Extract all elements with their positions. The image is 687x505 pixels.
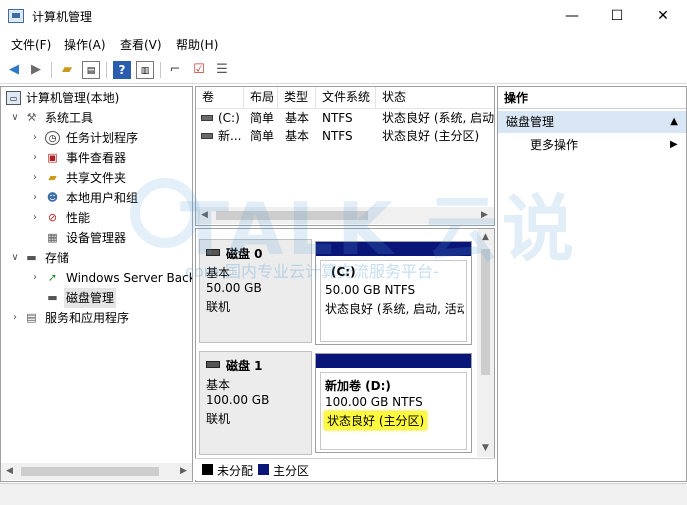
shared-folder-icon: ▰: [48, 171, 57, 184]
minimize-button[interactable]: —: [549, 0, 595, 32]
disk-state: 联机: [206, 412, 231, 426]
scroll-left-icon[interactable]: ◀: [196, 207, 213, 224]
menu-file[interactable]: 文件(F): [11, 36, 51, 53]
clock-icon: ◷: [45, 131, 60, 145]
chevron-right-icon[interactable]: ›: [30, 268, 40, 288]
chevron-right-icon[interactable]: ›: [30, 168, 40, 188]
primary-swatch: [258, 464, 269, 475]
disk-management-icon: ▬: [47, 291, 58, 304]
menu-view[interactable]: 查看(V): [120, 36, 162, 53]
disk-type: 基本: [206, 378, 231, 392]
tree-horizontal-scrollbar[interactable]: ◀ ▶: [1, 463, 192, 480]
users-icon: ☻: [46, 191, 59, 204]
table-row[interactable]: 新... 简单 基本 NTFS 状态良好 (主分区): [196, 127, 494, 145]
properties-icon[interactable]: ▥: [136, 61, 154, 79]
backup-icon: ➚: [47, 271, 58, 284]
disk-1-info[interactable]: 磁盘 1 基本 100.00 GB 联机: [199, 351, 312, 455]
console-tree-icon[interactable]: ▤: [82, 61, 100, 79]
scroll-thumb[interactable]: [481, 249, 490, 375]
volume-horizontal-scrollbar[interactable]: ◀ ▶: [196, 207, 494, 224]
performance-icon: ⊘: [47, 211, 58, 224]
scroll-thumb[interactable]: [21, 467, 159, 476]
back-arrow-icon[interactable]: ◀: [5, 61, 23, 79]
disk-name: 磁盘 0: [226, 247, 263, 261]
scroll-thumb[interactable]: [216, 211, 368, 220]
disk-icon: [206, 361, 220, 368]
help-icon[interactable]: ?: [113, 61, 131, 79]
partition-legend: 未分配 主分区: [195, 458, 495, 480]
computer-management-icon: [8, 9, 24, 23]
console-tree: ▭ 计算机管理(本地) ∨ ⚒ 系统工具 › ◷ 任务计划程序 › ▣ 事件查看…: [0, 86, 193, 482]
scroll-right-icon[interactable]: ▶: [476, 207, 493, 224]
maximize-button[interactable]: ☐: [594, 0, 640, 32]
scroll-left-icon[interactable]: ◀: [1, 463, 18, 480]
folder-up-icon[interactable]: ▰: [58, 61, 76, 79]
volume-icon: [201, 133, 213, 139]
volume-icon: [201, 115, 213, 121]
title-bar: 计算机管理 — ☐ ✕: [0, 0, 687, 32]
toolbar-separator: [106, 62, 107, 78]
disk-layout-view: 磁盘 0 基本 50.00 GB 联机 (C:) 50.00 GB NTFS 状…: [195, 228, 495, 482]
disk-size: 100.00 GB: [206, 393, 270, 407]
volume-list: 卷 布局 类型 文件系统 状态 (C:) 简单 基本 NTFS 状态良好 (系统…: [195, 86, 495, 226]
disk-0-info[interactable]: 磁盘 0 基本 50.00 GB 联机: [199, 239, 312, 343]
column-layout[interactable]: 布局: [244, 87, 278, 109]
menu-help[interactable]: 帮助(H): [176, 36, 218, 53]
status-bar: [0, 483, 687, 505]
close-button[interactable]: ✕: [640, 0, 686, 32]
column-type[interactable]: 类型: [278, 87, 316, 109]
forward-arrow-icon[interactable]: ▶: [27, 61, 45, 79]
column-volume[interactable]: 卷: [196, 87, 244, 109]
scroll-right-icon[interactable]: ▶: [175, 463, 192, 480]
action-pane: 操作 磁盘管理 ▲ 更多操作 ▶: [497, 86, 687, 482]
action-pane-title: 操作: [498, 87, 686, 109]
disk-type: 基本: [206, 266, 231, 280]
menu-action[interactable]: 操作(A): [64, 36, 106, 53]
partition-details: 新加卷 (D:) 100.00 GB NTFS 状态良好 (主分区): [320, 372, 467, 450]
chevron-right-icon[interactable]: ›: [30, 128, 40, 148]
submenu-arrow-icon[interactable]: ▶: [670, 137, 678, 153]
highlighted-status: 状态良好 (主分区): [325, 412, 427, 429]
column-status[interactable]: 状态: [376, 87, 494, 109]
disk-state: 联机: [206, 300, 231, 314]
toolbar-separator: [160, 62, 161, 78]
primary-partition-bar: [316, 354, 471, 368]
chevron-right-icon[interactable]: ›: [10, 308, 20, 328]
partition-details: (C:) 50.00 GB NTFS 状态良好 (系统, 启动, 活动: [320, 260, 467, 342]
check-icon[interactable]: ☑: [190, 61, 208, 79]
window-title: 计算机管理: [32, 10, 93, 24]
unallocated-swatch: [202, 464, 213, 475]
event-log-icon: ▣: [47, 151, 58, 164]
partition-c[interactable]: (C:) 50.00 GB NTFS 状态良好 (系统, 启动, 活动: [315, 241, 472, 345]
collapse-arrow-icon[interactable]: ▲: [670, 111, 678, 133]
toolbar-separator: [51, 62, 52, 78]
disk-name: 磁盘 1: [226, 359, 263, 373]
column-filesystem[interactable]: 文件系统: [316, 87, 376, 109]
menu-bar: 文件(F) 操作(A) 查看(V) 帮助(H): [0, 32, 687, 56]
more-actions-item[interactable]: 更多操作: [530, 137, 578, 153]
scroll-up-icon[interactable]: ▲: [477, 229, 494, 246]
scroll-down-icon[interactable]: ▼: [477, 440, 494, 457]
disk-icon: [206, 249, 220, 256]
chevron-right-icon[interactable]: ›: [30, 148, 40, 168]
export-list-icon[interactable]: ☰: [213, 61, 231, 79]
action-section-disk-management[interactable]: 磁盘管理 ▲: [498, 111, 686, 133]
computer-icon: ▭: [6, 91, 21, 105]
toolbar: ◀ ▶ ▰ ▤ ? ▥ ⌐ ☑ ☰: [0, 56, 687, 84]
connect-icon[interactable]: ⌐: [166, 61, 184, 79]
primary-partition-bar: [316, 242, 471, 256]
chevron-down-icon[interactable]: ∨: [10, 248, 20, 268]
disk-size: 50.00 GB: [206, 281, 262, 295]
chevron-right-icon[interactable]: ›: [30, 208, 40, 228]
storage-icon: ▬: [26, 251, 37, 264]
chevron-down-icon[interactable]: ∨: [10, 108, 20, 128]
services-icon: ▤: [26, 311, 37, 324]
table-row[interactable]: (C:) 简单 基本 NTFS 状态良好 (系统, 启动: [196, 109, 494, 127]
chevron-right-icon[interactable]: ›: [30, 188, 40, 208]
tools-icon: ⚒: [26, 111, 37, 124]
device-manager-icon: ▦: [47, 231, 58, 244]
partition-d[interactable]: 新加卷 (D:) 100.00 GB NTFS 状态良好 (主分区): [315, 353, 472, 453]
disk-vertical-scrollbar[interactable]: ▲ ▼: [477, 229, 494, 457]
